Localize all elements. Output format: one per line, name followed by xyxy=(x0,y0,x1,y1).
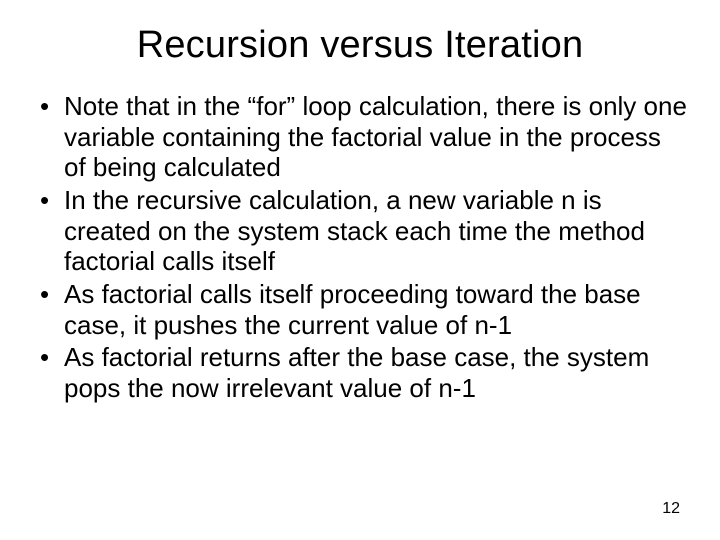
list-item: As factorial returns after the base case… xyxy=(36,342,688,403)
list-item: In the recursive calculation, a new vari… xyxy=(36,185,688,277)
list-item: As factorial calls itself proceeding tow… xyxy=(36,279,688,340)
slide-title: Recursion versus Iteration xyxy=(32,24,688,67)
slide: Recursion versus Iteration Note that in … xyxy=(0,0,720,540)
bullet-list: Note that in the “for” loop calculation,… xyxy=(36,91,688,404)
page-number: 12 xyxy=(662,500,680,518)
list-item: Note that in the “for” loop calculation,… xyxy=(36,91,688,183)
